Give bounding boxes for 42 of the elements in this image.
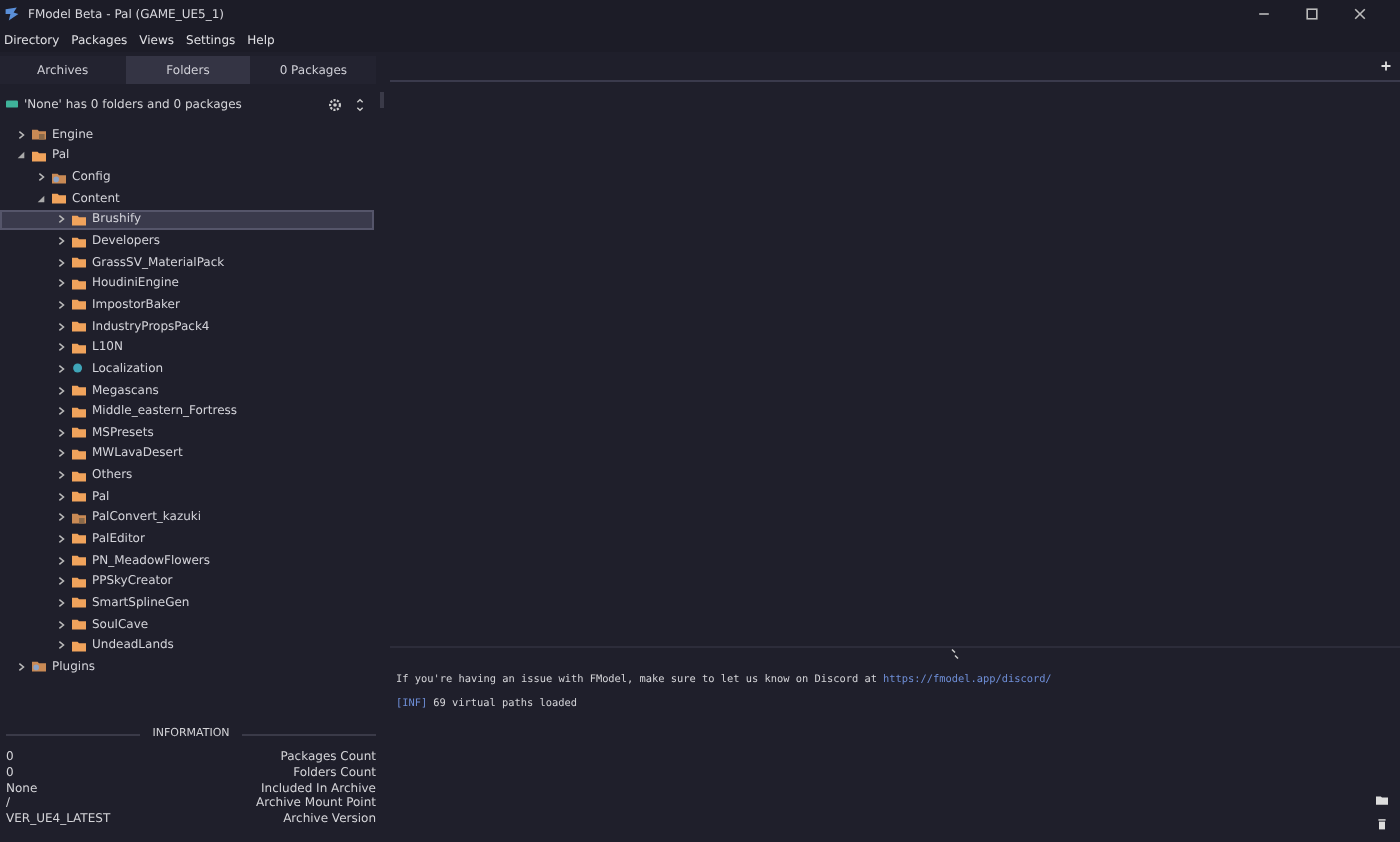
folder-icon (72, 511, 86, 524)
caret-icon[interactable] (56, 448, 66, 459)
folder-icon (52, 171, 66, 184)
caret-icon[interactable] (56, 406, 66, 417)
caret-icon[interactable] (56, 427, 66, 438)
resize-handle-icon[interactable] (950, 648, 960, 660)
caret-icon[interactable] (56, 512, 66, 523)
folder-icon (32, 660, 46, 673)
caret-icon[interactable] (56, 491, 66, 502)
caret-icon[interactable] (56, 236, 66, 247)
caret-icon[interactable] (56, 214, 66, 225)
caret-icon[interactable] (56, 576, 66, 587)
caret-icon[interactable] (56, 321, 66, 332)
caret-icon[interactable] (56, 640, 66, 651)
caret-icon[interactable] (56, 533, 66, 544)
globe-icon (72, 362, 86, 375)
caret-icon[interactable] (56, 342, 66, 353)
settings-icon[interactable] (328, 97, 342, 111)
close-icon[interactable] (1352, 6, 1368, 22)
maximize-icon[interactable] (1304, 6, 1320, 22)
caret-icon[interactable] (56, 363, 66, 374)
folder-icon[interactable] (1376, 794, 1388, 806)
folder-icon (32, 128, 46, 141)
caret-icon[interactable] (56, 278, 66, 289)
app-logo-icon (4, 6, 20, 22)
caret-icon[interactable] (16, 150, 26, 161)
folder-icon (32, 149, 46, 162)
add-tab-icon[interactable] (1380, 60, 1392, 72)
caret-icon[interactable] (16, 661, 26, 672)
caret-icon[interactable] (56, 597, 66, 608)
collapse-icon[interactable] (356, 97, 364, 111)
caret-icon[interactable] (56, 470, 66, 481)
caret-icon[interactable] (56, 619, 66, 630)
caret-icon[interactable] (36, 193, 46, 204)
caret-icon[interactable] (56, 385, 66, 395)
trash-icon[interactable] (1376, 818, 1388, 830)
caret-icon[interactable] (56, 257, 66, 268)
caret-icon[interactable] (16, 129, 26, 140)
caret-icon[interactable] (56, 555, 66, 566)
caret-icon[interactable] (56, 299, 66, 310)
caret-icon[interactable] (36, 172, 46, 183)
archive-icon (6, 100, 18, 108)
